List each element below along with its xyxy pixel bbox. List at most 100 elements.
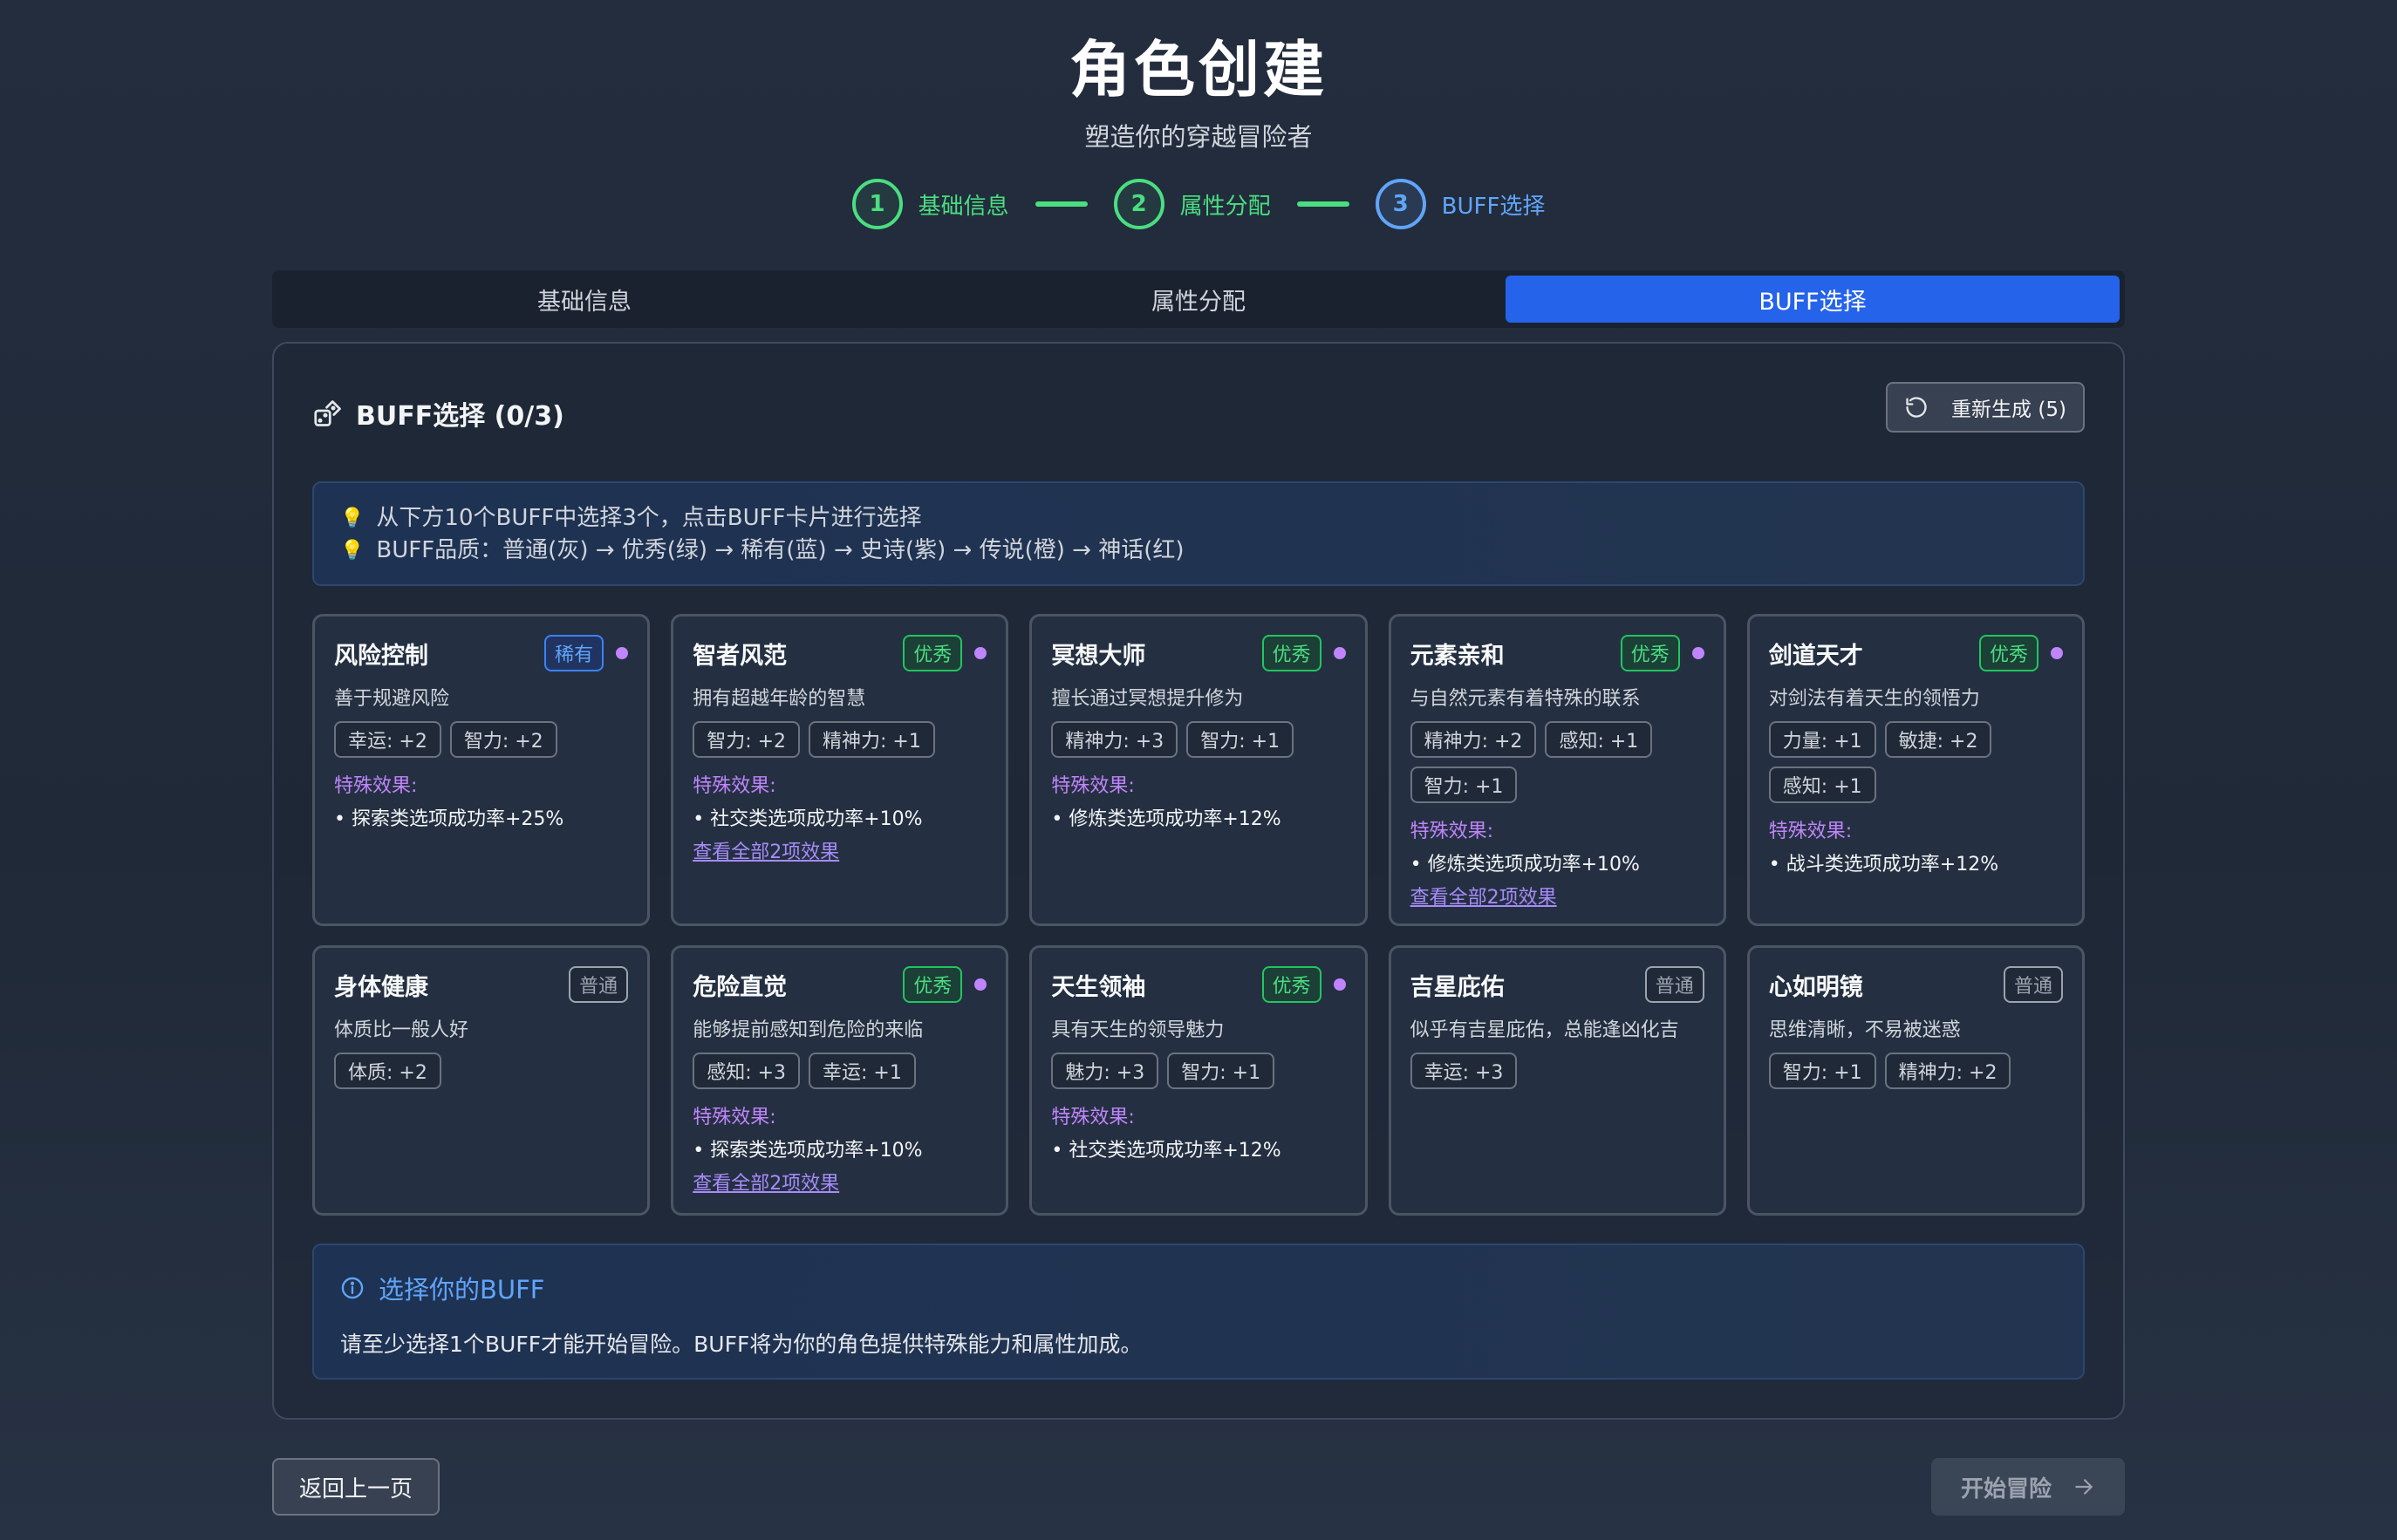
effect-title: 特殊效果: [693,1107,776,1128]
buff-description: 能够提前感知到危险的来临 [693,1019,924,1041]
buff-name: 元素亲和 [1410,642,1505,670]
status-dot [2051,647,2063,659]
effect-text: • 修炼类选项成功率+10% [1410,854,1640,876]
effect-title: 特殊效果: [1051,1107,1135,1128]
buff-card[interactable]: 心如明镜 普通 思维清晰，不易被迷惑 智力: +1 精神力: +2 [1746,945,2085,1216]
start-adventure-button[interactable]: 开始冒险 [1931,1458,2125,1516]
buff-name: 智者风范 [693,642,788,670]
stat-list: 智力: +1 精神力: +2 [1768,1053,2063,1089]
step-connector [1296,201,1349,207]
panel-header: BUFF选择 (0/3) [312,394,564,433]
stat-list: 精神力: +3 智力: +1 [1051,721,1345,758]
stat-tag: 精神力: +3 [1051,721,1178,758]
stat-list: 幸运: +3 [1410,1053,1704,1089]
buff-card-row: 身体健康 普通 体质比一般人好 体质: +2 危险直觉 优秀 能够提前感知到危险… [312,945,2085,1216]
status-dot [1333,978,1346,991]
notice-title: 选择你的BUFF [379,1275,545,1305]
stat-list: 感知: +3 幸运: +1 [693,1053,987,1089]
buff-description: 具有天生的领导魅力 [1051,1019,1225,1041]
buff-card[interactable]: 危险直觉 优秀 能够提前感知到危险的来临 感知: +3 幸运: +1 特殊效果:… [671,945,1009,1216]
effect-text: • 战斗类选项成功率+12% [1768,854,1999,876]
buff-card[interactable]: 智者风范 优秀 拥有超越年龄的智慧 智力: +2 精神力: +1 特殊效果: •… [671,614,1009,926]
stat-list: 魅力: +3 智力: +1 [1051,1053,1345,1089]
stat-tag: 幸运: +1 [809,1053,916,1089]
stat-list: 力量: +1 敏捷: +2 感知: +1 [1768,721,2063,803]
buff-description: 善于规避风险 [334,688,450,710]
buff-card-grid: 风险控制 稀有 善于规避风险 幸运: +2 智力: +2 特殊效果: • 探索类… [312,614,2085,1216]
tip-item: 💡 BUFF品质：普通(灰) → 优秀(绿) → 稀有(蓝) → 史诗(紫) →… [340,535,2057,567]
buff-description: 似乎有吉星庇佑，总能逢凶化吉 [1410,1019,1679,1041]
stat-tag: 感知: +1 [1768,767,1876,803]
buff-description: 体质比一般人好 [334,1019,469,1041]
status-dot [974,647,987,659]
buff-card[interactable]: 元素亲和 优秀 与自然元素有着特殊的联系 精神力: +2 感知: +1 智力: … [1388,614,1726,926]
stat-tag: 精神力: +2 [1410,721,1537,758]
buff-card[interactable]: 冥想大师 优秀 擅长通过冥想提升修为 精神力: +3 智力: +1 特殊效果: … [1029,614,1368,926]
status-dot [616,647,629,659]
buff-description: 对剑法有着天生的领悟力 [1768,688,1980,710]
step-number: 1 [851,179,903,229]
buff-description: 思维清晰，不易被迷惑 [1768,1019,1961,1041]
stat-tag: 体质: +2 [334,1053,441,1089]
buff-description: 与自然元素有着特殊的联系 [1410,688,1641,710]
tip-text: BUFF品质：普通(灰) → 优秀(绿) → 稀有(蓝) → 史诗(紫) → 传… [376,537,1185,563]
buff-card[interactable]: 吉星庇佑 普通 似乎有吉星庇佑，总能逢凶化吉 幸运: +3 [1388,945,1726,1216]
step-number: 3 [1375,179,1426,229]
buff-card[interactable]: 天生领袖 优秀 具有天生的领导魅力 魅力: +3 智力: +1 特殊效果: • … [1029,945,1368,1216]
stat-tag: 幸运: +3 [1410,1053,1518,1089]
quality-badge: 普通 [1644,966,1704,1003]
stat-tag: 智力: +1 [1768,1053,1876,1089]
view-all-effects-link[interactable]: 查看全部2项效果 [1410,882,1704,910]
step-attribute-allocation: 2 属性分配 [1113,179,1271,229]
stat-tag: 智力: +1 [1410,767,1518,803]
back-button[interactable]: 返回上一页 [272,1458,440,1516]
effect-text: • 修炼类选项成功率+12% [1051,808,1281,830]
stat-list: 精神力: +2 感知: +1 智力: +1 [1410,721,1704,803]
view-all-effects-link[interactable]: 查看全部2项效果 [693,836,987,864]
notice-header: 选择你的BUFF [340,1270,2057,1306]
quality-badge: 优秀 [1261,966,1321,1003]
stat-tag: 感知: +1 [1545,721,1653,758]
tip-text: 从下方10个BUFF中选择3个，点击BUFF卡片进行选择 [376,505,922,531]
start-adventure-label: 开始冒险 [1960,1475,2052,1503]
buff-description: 擅长通过冥想提升修为 [1051,688,1244,710]
buff-card[interactable]: 身体健康 普通 体质比一般人好 体质: +2 [312,945,651,1216]
stat-tag: 智力: +1 [1167,1053,1275,1089]
effect-title: 特殊效果: [1768,821,1853,842]
buff-name: 冥想大师 [1051,642,1146,670]
effect-title: 特殊效果: [693,775,776,797]
step-number: 2 [1113,179,1164,229]
tip-item: 💡 从下方10个BUFF中选择3个，点击BUFF卡片进行选择 [340,502,2057,535]
quality-badge: 优秀 [1261,635,1321,671]
buff-name: 心如明镜 [1768,973,1863,1001]
stat-tag: 感知: +3 [693,1053,801,1089]
effect-text: • 探索类选项成功率+25% [334,808,564,830]
quality-badge: 优秀 [1620,635,1680,671]
buff-card[interactable]: 风险控制 稀有 善于规避风险 幸运: +2 智力: +2 特殊效果: • 探索类… [312,614,651,926]
buff-name: 风险控制 [334,642,428,670]
quality-badge: 优秀 [1978,635,2038,671]
tab-basic-info[interactable]: 基础信息 [277,276,891,323]
refresh-icon [1906,397,1927,418]
tab-attribute-allocation[interactable]: 属性分配 [891,276,1506,323]
buff-name: 天生领袖 [1051,973,1146,1001]
buff-card[interactable]: 剑道天才 优秀 对剑法有着天生的领悟力 力量: +1 敏捷: +2 感知: +1… [1746,614,2085,926]
step-indicator: 1 基础信息 2 属性分配 3 BUFF选择 [0,179,2397,229]
buff-name: 吉星庇佑 [1410,973,1505,1001]
notice-text: 请至少选择1个BUFF才能开始冒险。BUFF将为你的角色提供特殊能力和属性加成。 [340,1332,1143,1357]
effect-text: • 社交类选项成功率+10% [693,808,923,830]
buff-name: 剑道天才 [1768,642,1863,670]
step-label: 基础信息 [918,193,1009,220]
step-buff-selection: 3 BUFF选择 [1375,179,1545,229]
effect-title: 特殊效果: [1051,775,1135,797]
stat-list: 幸运: +2 智力: +2 [334,721,628,758]
regenerate-button[interactable]: 重新生成 (5) [1886,382,2085,433]
lightbulb-icon: 💡 [340,508,365,529]
buff-name: 身体健康 [334,973,428,1001]
quality-badge: 普通 [2003,966,2063,1003]
view-all-effects-link[interactable]: 查看全部2项效果 [693,1168,987,1196]
tab-bar: 基础信息 属性分配 BUFF选择 [272,270,2125,328]
step-label: 属性分配 [1179,193,1271,220]
quality-badge: 普通 [569,966,629,1003]
tab-buff-selection[interactable]: BUFF选择 [1506,276,2120,323]
